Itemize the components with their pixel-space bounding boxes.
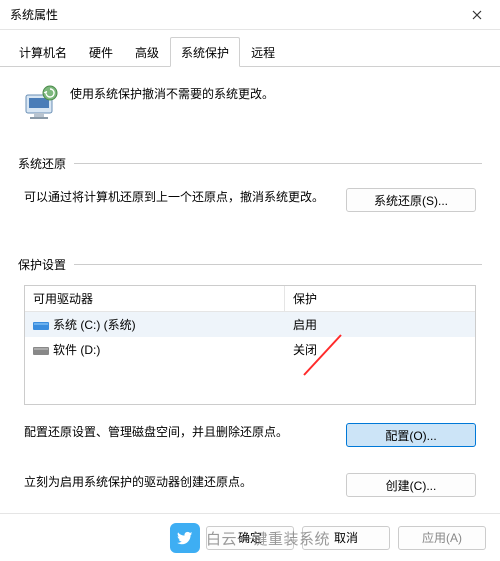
drive-status: 启用 xyxy=(285,314,475,335)
col-header-protection[interactable]: 保护 xyxy=(285,286,475,311)
close-icon xyxy=(472,10,482,20)
tab-advanced[interactable]: 高级 xyxy=(124,37,170,67)
ok-button[interactable]: 确定 xyxy=(206,526,294,550)
configure-description: 配置还原设置、管理磁盘空间，并且删除还原点。 xyxy=(24,423,328,442)
titlebar: 系统属性 xyxy=(0,0,500,30)
drive-name: 软件 (D:) xyxy=(53,341,100,358)
window-title: 系统属性 xyxy=(10,6,58,23)
table-row[interactable]: 系统 (C:) (系统) 启用 xyxy=(25,312,475,337)
tabs: 计算机名 硬件 高级 系统保护 远程 xyxy=(0,30,500,67)
section-title-protection: 保护设置 xyxy=(18,256,66,273)
dialog-footer: 确定 取消 应用(A) xyxy=(0,513,500,561)
drive-cell: 系统 (C:) (系统) xyxy=(25,314,285,335)
protection-settings-section: 保护设置 可用驱动器 保护 系统 (C:) (系统) 启用 xyxy=(18,256,482,501)
tab-computer-name[interactable]: 计算机名 xyxy=(8,37,78,67)
drive-name: 系统 (C:) (系统) xyxy=(53,316,136,333)
create-button[interactable]: 创建(C)... xyxy=(346,473,476,497)
disk-icon xyxy=(33,344,49,356)
disk-icon xyxy=(33,319,49,331)
section-title-restore: 系统还原 xyxy=(18,155,66,172)
configure-button[interactable]: 配置(O)... xyxy=(346,423,476,447)
close-button[interactable] xyxy=(454,0,500,30)
system-protection-icon xyxy=(20,83,60,123)
tab-system-protection[interactable]: 系统保护 xyxy=(170,37,240,67)
tab-remote[interactable]: 远程 xyxy=(240,37,286,67)
tab-hardware[interactable]: 硬件 xyxy=(78,37,124,67)
restore-description: 可以通过将计算机还原到上一个还原点，撤消系统更改。 xyxy=(24,188,328,207)
drives-header: 可用驱动器 保护 xyxy=(25,286,475,312)
system-restore-button[interactable]: 系统还原(S)... xyxy=(346,188,476,212)
drives-body: 系统 (C:) (系统) 启用 软件 (D:) 关闭 xyxy=(25,312,475,362)
drive-status: 关闭 xyxy=(285,339,475,360)
drive-cell: 软件 (D:) xyxy=(25,339,285,360)
intro-row: 使用系统保护撤消不需要的系统更改。 xyxy=(18,77,482,141)
system-restore-section: 系统还原 可以通过将计算机还原到上一个还原点，撤消系统更改。 系统还原(S)..… xyxy=(18,155,482,216)
table-row[interactable]: 软件 (D:) 关闭 xyxy=(25,337,475,362)
drives-table[interactable]: 可用驱动器 保护 系统 (C:) (系统) 启用 xyxy=(24,285,476,405)
col-header-drive[interactable]: 可用驱动器 xyxy=(25,286,285,311)
create-description: 立刻为启用系统保护的驱动器创建还原点。 xyxy=(24,473,328,492)
content: 使用系统保护撤消不需要的系统更改。 系统还原 可以通过将计算机还原到上一个还原点… xyxy=(0,67,500,511)
divider xyxy=(74,264,482,265)
intro-text: 使用系统保护撤消不需要的系统更改。 xyxy=(70,83,274,103)
apply-button[interactable]: 应用(A) xyxy=(398,526,486,550)
cancel-button[interactable]: 取消 xyxy=(302,526,390,550)
divider xyxy=(74,163,482,164)
